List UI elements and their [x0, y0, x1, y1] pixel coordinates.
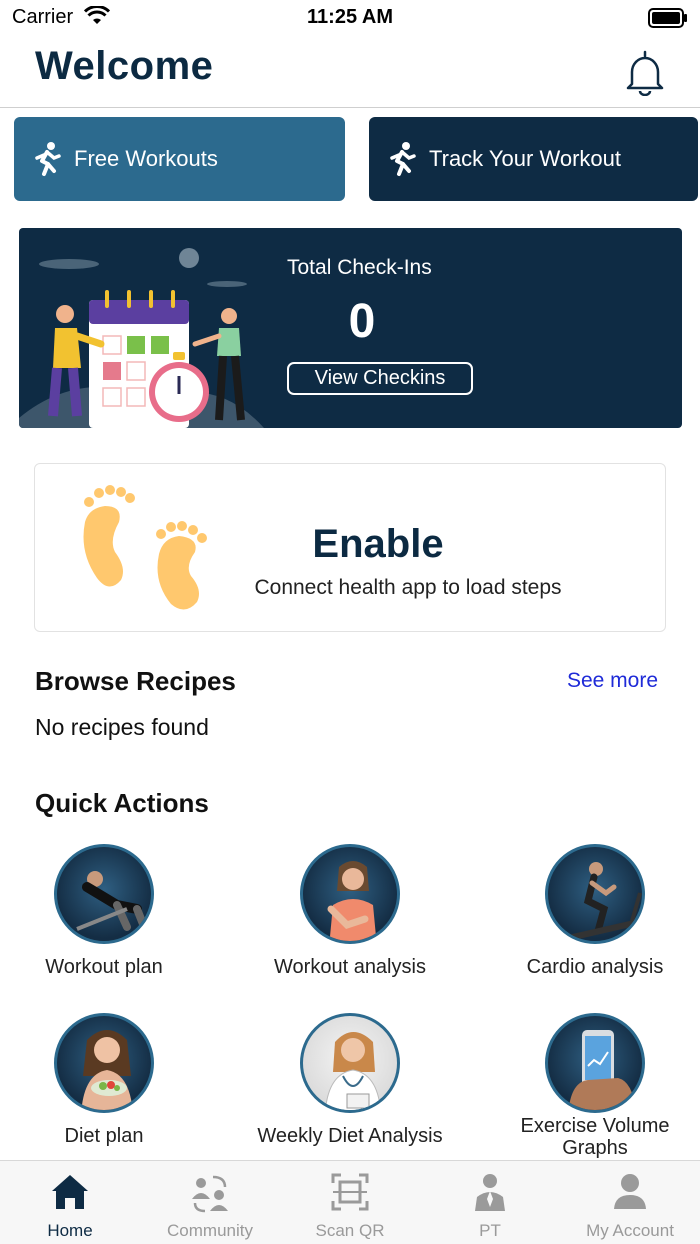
weekly-diet-analysis-image	[300, 1013, 400, 1113]
user-icon	[614, 1174, 646, 1209]
home-icon	[52, 1175, 88, 1209]
quick-action-exercise-volume-graphs[interactable]: Exercise Volume Graphs	[485, 1013, 700, 1159]
trainer-icon	[475, 1174, 505, 1211]
cardio-analysis-image	[545, 844, 645, 944]
workout-analysis-image	[300, 844, 400, 944]
quick-action-label: Diet plan	[64, 1125, 144, 1147]
status-bar: Carrier 11:25 AM	[0, 0, 700, 36]
bell-icon[interactable]	[622, 48, 668, 96]
quick-actions-heading: Quick Actions	[35, 788, 209, 818]
bottom-nav: Home Community Scan QR PT My Account	[0, 1160, 700, 1244]
tab-my-account[interactable]: My Account	[560, 1161, 700, 1244]
track-workout-button[interactable]: Track Your Workout	[369, 117, 698, 201]
running-icon	[35, 142, 61, 176]
steps-card[interactable]: Enable Connect health app to load steps	[34, 463, 666, 632]
header: Welcome	[0, 36, 700, 108]
workout-plan-image	[54, 844, 154, 944]
quick-action-cardio-analysis[interactable]: Cardio analysis	[485, 844, 700, 978]
checkins-count: 0	[348, 295, 376, 348]
tab-scan-qr-label: Scan QR	[315, 1221, 385, 1240]
tab-home-label: Home	[47, 1221, 93, 1240]
checkin-illustration	[19, 248, 264, 428]
free-workouts-button[interactable]: Free Workouts	[14, 117, 345, 201]
free-workouts-label: Free Workouts	[74, 146, 218, 171]
quick-action-label: Exercise Volume Graphs	[520, 1115, 670, 1159]
tab-home[interactable]: Home	[0, 1161, 140, 1244]
recipes-empty-text: No recipes found	[35, 714, 209, 740]
quick-action-workout-plan[interactable]: Workout plan	[0, 844, 214, 978]
tab-community[interactable]: Community	[140, 1161, 280, 1244]
track-workout-label: Track Your Workout	[429, 146, 621, 171]
tab-scan-qr[interactable]: Scan QR	[280, 1161, 420, 1244]
quick-action-label: Cardio analysis	[526, 956, 664, 978]
quick-action-weekly-diet-analysis[interactable]: Weekly Diet Analysis	[240, 1013, 460, 1147]
quick-action-diet-plan[interactable]: Diet plan	[0, 1013, 214, 1147]
checkins-title: Total Check-Ins	[287, 256, 432, 279]
tab-pt[interactable]: PT	[420, 1161, 560, 1244]
tab-pt-label: PT	[479, 1221, 501, 1240]
checkins-card: Total Check-Ins 0 View Checkins	[19, 228, 682, 428]
footprints-icon	[83, 485, 207, 610]
status-time: 11:25 AM	[307, 6, 393, 28]
quick-action-label: Weekly Diet Analysis	[257, 1125, 443, 1147]
quick-action-label: Workout plan	[45, 956, 163, 978]
exercise-volume-graphs-image	[545, 1013, 645, 1113]
see-more-link[interactable]: See more	[567, 669, 658, 693]
quick-action-label: Workout analysis	[274, 956, 426, 978]
tab-my-account-label: My Account	[586, 1221, 674, 1240]
tab-community-label: Community	[167, 1221, 253, 1240]
running-icon	[390, 142, 416, 176]
recipes-heading: Browse Recipes	[35, 666, 236, 696]
diet-plan-image	[54, 1013, 154, 1113]
scan-qr-icon	[331, 1173, 369, 1211]
quick-action-workout-analysis[interactable]: Workout analysis	[240, 844, 460, 978]
community-icon	[192, 1175, 228, 1213]
steps-enable-title: Enable	[312, 522, 444, 566]
view-checkins-button[interactable]: View Checkins	[287, 362, 473, 395]
page-title: Welcome	[35, 44, 214, 88]
battery-icon	[648, 8, 687, 28]
steps-subtitle: Connect health app to load steps	[254, 576, 562, 599]
